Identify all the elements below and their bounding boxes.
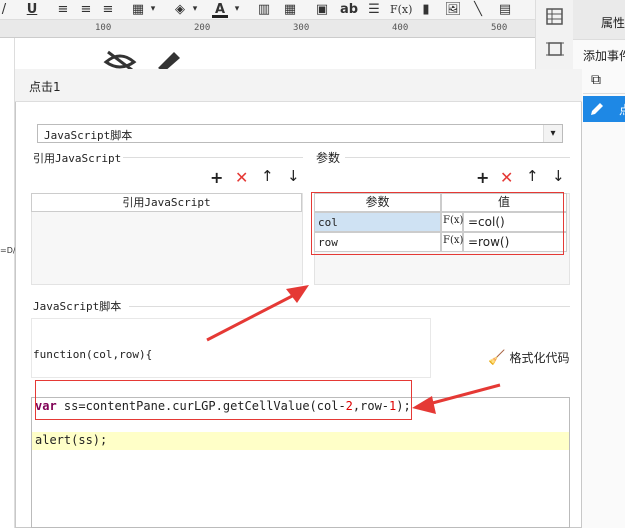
arrow-head-icon xyxy=(286,285,309,303)
arrow-head-icon xyxy=(412,396,436,414)
annotation-arrows xyxy=(206,285,501,414)
